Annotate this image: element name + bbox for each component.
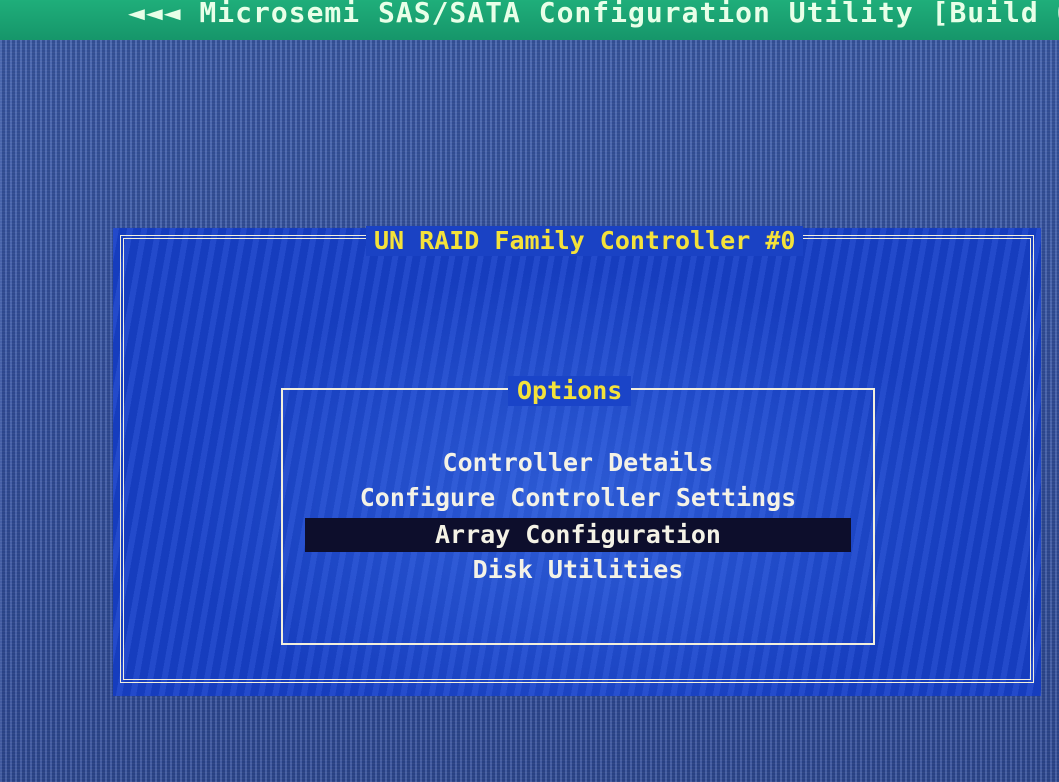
menu-item-configure-controller-settings[interactable]: Configure Controller Settings: [283, 481, 873, 515]
options-box-border: [281, 388, 875, 645]
utility-title: ◄◄◄ Microsemi SAS/SATA Configuration Uti…: [128, 0, 1059, 29]
controller-panel-title: UN RAID Family Controller #0: [366, 226, 804, 256]
menu-item-disk-utilities[interactable]: Disk Utilities: [283, 553, 873, 587]
utility-title-bar: ◄◄◄ Microsemi SAS/SATA Configuration Uti…: [0, 0, 1059, 40]
menu-item-array-configuration[interactable]: Array Configuration: [305, 518, 851, 552]
menu-item-controller-details[interactable]: Controller Details: [283, 446, 873, 480]
options-box-title: Options: [508, 376, 632, 406]
